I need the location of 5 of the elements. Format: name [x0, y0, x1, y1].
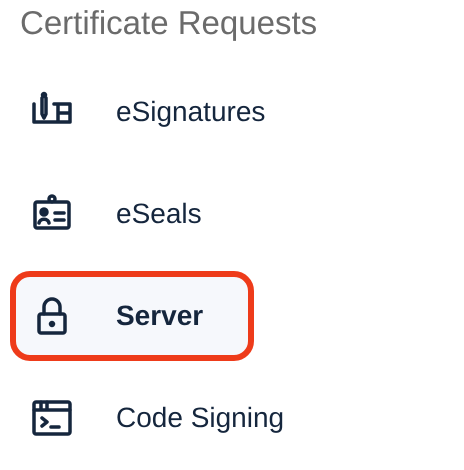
nav-item[interactable]: eSeals — [10, 169, 254, 259]
nav-item[interactable]: eSignatures — [10, 67, 282, 157]
nav-item[interactable]: Code Signing — [10, 373, 300, 463]
section-title: Certificate Requests — [19, 3, 318, 43]
nav-item[interactable]: Server — [10, 271, 254, 361]
